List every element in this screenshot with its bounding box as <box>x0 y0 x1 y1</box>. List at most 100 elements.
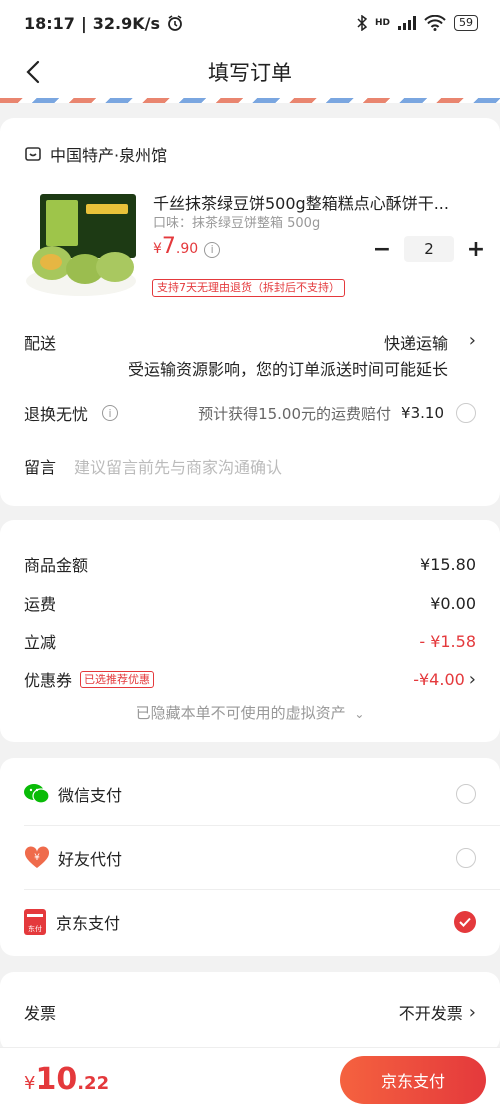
status-bar: 18:17 | 32.9K/s HD 59 <box>0 0 500 46</box>
discount-value: - ¥1.58 <box>419 631 476 651</box>
heart-icon: ¥ <box>24 846 50 868</box>
invoice-row[interactable]: 发票 不开发票 › <box>24 1000 476 1024</box>
product-title[interactable]: 千丝抹茶绿豆饼500g整箱糕点心酥饼干... <box>153 190 473 214</box>
status-time: 18:17 <box>24 13 75 33</box>
product-cake-filling-shape <box>40 254 62 270</box>
shop-name: 中国特产·泉州馆 <box>50 146 168 165</box>
shop-icon <box>25 147 41 161</box>
return-policy-badge: 支持7天无理由退货（拆封后不支持） <box>152 279 345 297</box>
chevron-right-icon: › <box>468 330 476 351</box>
page-title: 填写订单 <box>208 61 292 85</box>
jd-pay-icon-text: 东付 <box>28 925 42 933</box>
insurance-radio[interactable] <box>456 403 476 423</box>
note-input[interactable]: 建议留言前先与商家沟通确认 <box>74 454 282 478</box>
network-label: HD <box>374 18 390 28</box>
product-box-label-shape <box>46 200 78 246</box>
svg-text:¥: ¥ <box>34 853 40 863</box>
shipping-row: 运费 ¥0.00 <box>24 591 476 615</box>
status-left: 18:17 | 32.9K/s <box>24 14 184 33</box>
goods-amount-value: ¥15.80 <box>420 554 476 574</box>
price-integer: 7 <box>161 234 176 259</box>
battery-indicator: 59 <box>454 15 478 31</box>
status-speed: 32.9K/s <box>92 13 161 33</box>
quantity-stepper: − 2 + <box>372 236 486 262</box>
decrease-button[interactable]: − <box>372 237 392 262</box>
jd-radio-selected[interactable] <box>454 911 476 933</box>
shipping-value: ¥0.00 <box>430 593 476 613</box>
delivery-row[interactable]: 配送 快递运输 › 受运输资源影响，您的订单派送时间可能延长 <box>24 330 476 390</box>
wifi-icon <box>424 15 446 31</box>
product-price: ¥ 7 .90 i <box>153 234 221 259</box>
insurance-desc-prefix: 预计获得 <box>198 404 259 423</box>
delivery-notice: 受运输资源影响，您的订单派送时间可能延长 <box>127 360 448 379</box>
jd-pay-label: 京东支付 <box>56 914 121 933</box>
hidden-assets-text: 已隐藏本单不可使用的虚拟资产 <box>135 704 346 722</box>
coupon-row[interactable]: 优惠券 已选推荐优惠 -¥4.00 › <box>24 667 476 691</box>
bluetooth-icon <box>357 15 367 31</box>
airmail-border <box>0 98 500 103</box>
insurance-desc: 预计获得15.00元的运费赔付 <box>198 403 391 424</box>
total-currency: ¥ <box>24 1073 36 1094</box>
price-summary-card: 商品金额 ¥15.80 运费 ¥0.00 立减 - ¥1.58 优惠券 已选推荐… <box>0 520 500 742</box>
product-cake-shape <box>96 252 134 282</box>
insurance-info-icon[interactable]: i <box>102 405 119 421</box>
total-integer: 10 <box>35 1062 78 1097</box>
discount-row: 立减 - ¥1.58 <box>24 629 476 653</box>
payment-option-wechat[interactable]: 微信支付 <box>24 780 476 808</box>
total-price: ¥ 10 .22 <box>24 1062 109 1097</box>
delivery-method: 快递运输 <box>383 334 448 353</box>
shop-header[interactable]: 中国特产·泉州馆 <box>24 142 167 166</box>
payment-divider <box>24 825 500 826</box>
quantity-input[interactable]: 2 <box>404 236 454 262</box>
note-label: 留言 <box>24 458 57 477</box>
wechat-radio[interactable] <box>456 784 476 804</box>
hidden-assets-toggle[interactable]: 已隐藏本单不可使用的虚拟资产 ⌄ <box>0 702 500 723</box>
insurance-amount: 15.00 <box>258 404 302 423</box>
goods-amount-row: 商品金额 ¥15.80 <box>24 552 476 576</box>
price-currency: ¥ <box>153 241 162 257</box>
friend-pay-label: 好友代付 <box>58 850 123 869</box>
invoice-card: 发票 不开发票 › <box>0 972 500 1052</box>
alarm-icon <box>168 15 182 31</box>
payment-option-friend[interactable]: ¥ 好友代付 <box>24 844 476 872</box>
chevron-right-icon: › <box>468 1001 476 1023</box>
payment-option-jd[interactable]: 东付 京东支付 <box>24 908 476 936</box>
product-spec: 口味：抹茶绿豆饼整箱 500g <box>153 216 321 231</box>
shipping-label: 运费 <box>24 595 57 614</box>
payment-card: 微信支付 ¥ 好友代付 东付 京东支付 <box>0 758 500 956</box>
total-decimal: .22 <box>77 1073 110 1094</box>
order-card: 中国特产·泉州馆 千丝抹茶绿豆饼500g整箱糕点心酥饼干... 口味：抹茶绿豆饼… <box>0 118 500 506</box>
chevron-down-icon: ⌄ <box>354 707 365 721</box>
insurance-desc-suffix: 元的运费赔付 <box>301 404 392 423</box>
increase-button[interactable]: + <box>466 237 486 262</box>
jd-pay-icon: 东付 <box>24 909 46 935</box>
status-right: HD 59 <box>357 15 478 31</box>
goods-amount-label: 商品金额 <box>24 556 89 575</box>
discount-label: 立减 <box>24 633 57 652</box>
coupon-value: -¥4.00 <box>413 669 465 689</box>
product-image[interactable] <box>22 190 140 302</box>
coupon-badge: 已选推荐优惠 <box>80 670 155 688</box>
chevron-right-icon: › <box>468 668 476 690</box>
insurance-price: ¥3.10 <box>401 404 444 422</box>
invoice-label: 发票 <box>24 1004 57 1023</box>
checkmark-icon <box>459 917 471 927</box>
submit-order-button[interactable]: 京东支付 <box>340 1056 486 1104</box>
friend-radio[interactable] <box>456 848 476 868</box>
insurance-row[interactable]: 退换无忧 i 预计获得15.00元的运费赔付 ¥3.10 <box>24 401 476 425</box>
price-decimal: .90 <box>175 241 199 257</box>
price-info-icon[interactable]: i <box>204 241 221 258</box>
payment-divider <box>24 889 500 890</box>
wechat-icon <box>24 784 50 804</box>
nav-bar: 填写订单 <box>0 46 500 98</box>
coupon-label: 优惠券 <box>24 671 73 690</box>
wechat-pay-label: 微信支付 <box>58 786 123 805</box>
delivery-label: 配送 <box>24 334 57 353</box>
jd-pay-icon-stripe <box>27 914 43 917</box>
note-row: 留言 建议留言前先与商家沟通确认 <box>24 454 476 478</box>
signal-icon <box>398 16 416 30</box>
product-box-stripe-shape <box>86 204 128 214</box>
back-arrow-icon[interactable] <box>20 58 48 86</box>
invoice-value: 不开发票 <box>398 1004 463 1023</box>
status-divider: | <box>80 13 87 33</box>
